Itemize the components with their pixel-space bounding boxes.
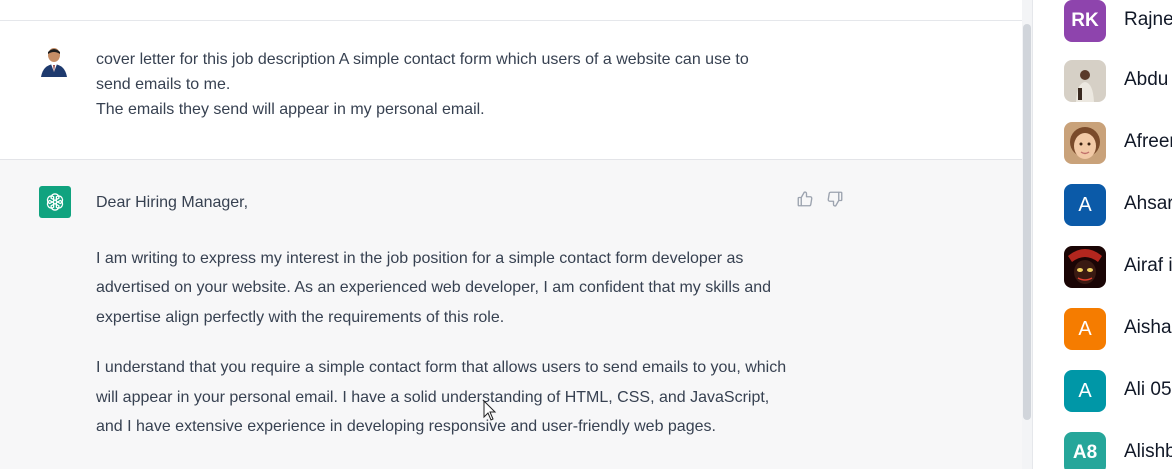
avatar: A: [1064, 184, 1106, 226]
avatar: A: [1064, 308, 1106, 350]
avatar: [1064, 246, 1106, 288]
contact-name: Ali 05: [1124, 379, 1172, 400]
user-message-line: cover letter for this job description A …: [96, 51, 749, 93]
contact-item[interactable]: A Ahsar: [1064, 184, 1172, 226]
contact-item[interactable]: A8 Alishb: [1064, 432, 1172, 469]
chatgpt-logo-icon: [39, 186, 71, 218]
contact-name: Ahsar: [1124, 193, 1172, 214]
contact-item[interactable]: Afreer: [1064, 122, 1172, 164]
avatar: A: [1064, 370, 1106, 412]
contact-item[interactable]: RK Rajne: [1064, 0, 1172, 42]
user-avatar: [38, 45, 70, 77]
contact-name: Airaf i: [1124, 255, 1172, 276]
mouse-cursor-icon: [483, 399, 497, 427]
assistant-paragraph: I understand that you require a simple c…: [96, 359, 787, 435]
contact-name: Afreer: [1124, 131, 1172, 152]
avatar: [1064, 60, 1106, 102]
avatar: RK: [1064, 0, 1106, 42]
assistant-message-text: Dear Hiring Manager, I am writing to exp…: [96, 188, 796, 463]
contacts-list: RK Rajne Abdu Afreer A Ahsar Airaf i A A…: [1033, 0, 1172, 469]
chat-scrollbar-thumb[interactable]: [1023, 24, 1031, 420]
contact-name: Abdu: [1124, 69, 1169, 90]
assistant-paragraph: I am writing to express my interest in t…: [96, 249, 772, 326]
contact-name: Alishb: [1124, 441, 1172, 462]
thumbs-down-icon[interactable]: [826, 190, 844, 208]
contact-item[interactable]: A Ali 05: [1064, 370, 1172, 412]
avatar: A8: [1064, 432, 1106, 469]
thumbs-up-icon[interactable]: [796, 190, 814, 208]
contact-item[interactable]: A Aisha: [1064, 308, 1172, 350]
contact-item[interactable]: Abdu: [1064, 60, 1172, 102]
contact-name: Aisha: [1124, 317, 1172, 338]
assistant-greeting: Dear Hiring Manager,: [96, 194, 249, 211]
contact-item[interactable]: Airaf i: [1064, 246, 1172, 288]
avatar: [1064, 122, 1106, 164]
user-message-line: The emails they send will appear in my p…: [96, 101, 485, 118]
user-message-text: cover letter for this job description A …: [96, 47, 786, 122]
feedback-buttons: [796, 190, 844, 208]
chat-panel: cover letter for this job description A …: [0, 0, 1022, 469]
contact-name: Rajne: [1124, 9, 1172, 30]
